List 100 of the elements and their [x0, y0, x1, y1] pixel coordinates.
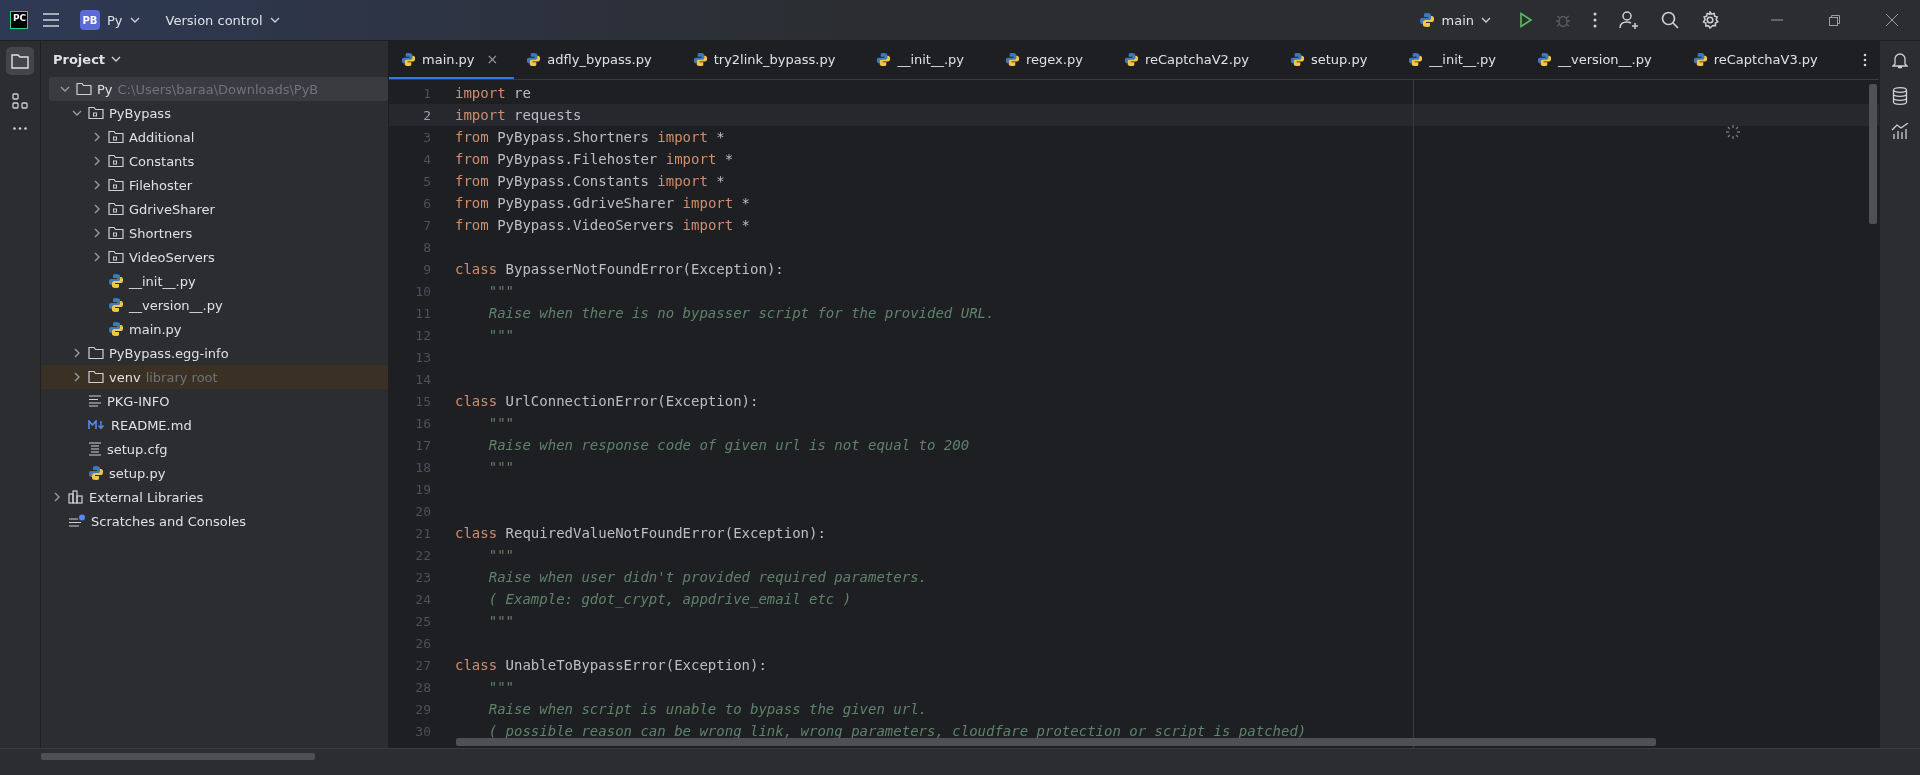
code-line: Raise when response code of given url is not equal to 200 — [487, 437, 970, 453]
tree-item[interactable]: README.md — [41, 413, 388, 437]
tree-item[interactable]: Py C:\Users\baraa\Downloads\PyB — [49, 77, 388, 101]
tree-item[interactable]: Shortners — [41, 221, 388, 245]
chevron-icon[interactable] — [92, 204, 102, 214]
code-line: Raise when script is unable to bypass the given url. — [487, 701, 927, 717]
code-line: from PyBypass.VideoServers import * — [455, 217, 751, 233]
editor-tab[interactable]: regex.py — [993, 41, 1112, 79]
tree-item[interactable]: VideoServers — [41, 245, 388, 269]
chart-icon[interactable] — [1891, 123, 1909, 140]
editor-tab[interactable]: __init__.py — [864, 41, 993, 79]
chevron-icon[interactable] — [72, 108, 82, 118]
project-view-selector[interactable]: Project — [47, 50, 128, 68]
tree-item[interactable]: Filehoster — [41, 173, 388, 197]
code-line: class UnableToBypassError(Exception): — [455, 657, 767, 673]
package-folder-icon — [108, 154, 124, 168]
folder-icon — [88, 370, 104, 384]
tree-item[interactable]: Constants — [41, 149, 388, 173]
tree-item[interactable]: GdriveSharer — [41, 197, 388, 221]
tree-item[interactable]: __init__.py — [41, 269, 388, 293]
chevron-icon[interactable] — [72, 348, 82, 358]
editor-tab[interactable]: __init__.py — [1396, 41, 1525, 79]
tree-item-label: PyBypass.egg-info — [109, 345, 229, 361]
chevron-icon — [269, 17, 280, 23]
config-file-icon — [88, 442, 102, 456]
python-file-icon — [108, 297, 124, 313]
chevron-icon[interactable] — [92, 228, 102, 238]
library-icon — [68, 490, 84, 504]
python-file-icon — [1408, 51, 1424, 67]
line-number: 2 — [422, 107, 431, 123]
chevron-icon — [1481, 17, 1491, 23]
tree-item[interactable]: setup.py — [41, 461, 388, 485]
code-line: Raise when user didn't provided required parameters. — [487, 569, 927, 585]
horizontal-scrollbar[interactable] — [456, 738, 1656, 746]
structure-icon[interactable] — [12, 93, 28, 109]
vertical-scrollbar[interactable] — [1869, 84, 1877, 224]
tree-item[interactable]: venv library root — [41, 365, 388, 389]
text-file-icon — [88, 395, 102, 407]
code-line: class UrlConnectionError(Exception): — [455, 393, 759, 409]
chevron-icon[interactable] — [92, 132, 102, 142]
tree-item-label: GdriveSharer — [129, 201, 215, 217]
tree-item-label: setup.cfg — [107, 441, 168, 457]
editor-tab[interactable]: reCaptchaV2.py — [1111, 41, 1278, 79]
menu-icon[interactable] — [42, 13, 60, 27]
chevron-icon[interactable] — [92, 156, 102, 166]
run-config-selector[interactable]: main — [1412, 8, 1497, 32]
editor-tab[interactable]: reCaptchaV3.py — [1680, 41, 1847, 79]
editor-tab[interactable]: __version__.py — [1525, 41, 1681, 79]
tree-item-label: Scratches and Consoles — [91, 513, 247, 529]
tree-item[interactable]: Additional — [41, 125, 388, 149]
tree-item[interactable]: PKG-INFO — [41, 389, 388, 413]
notifications-icon[interactable] — [1892, 51, 1908, 69]
chevron-icon — [111, 56, 122, 62]
tree-item-label: __version__.py — [129, 297, 223, 313]
code-line: from PyBypass.Shortners import * — [455, 129, 725, 145]
tree-item[interactable]: setup.cfg — [41, 437, 388, 461]
close-icon[interactable] — [1886, 14, 1898, 26]
chevron-icon[interactable] — [92, 252, 102, 262]
tree-item[interactable]: PyBypass — [41, 101, 388, 125]
editor-tab[interactable]: setup.py — [1277, 41, 1397, 79]
package-folder-icon — [108, 130, 124, 144]
editor-tab[interactable]: adfly_bypass.py — [514, 41, 681, 79]
tab-label: try2link_bypass.py — [713, 51, 836, 67]
tree-item[interactable]: Scratches and Consoles — [41, 509, 388, 533]
package-folder-icon — [108, 250, 124, 264]
app-logo[interactable]: PC — [10, 11, 28, 29]
chevron-icon[interactable] — [52, 492, 62, 502]
settings-icon[interactable] — [1701, 11, 1719, 29]
project-tool-button[interactable] — [6, 47, 34, 75]
vcs-menu[interactable]: Version control — [159, 8, 286, 32]
tree-item[interactable]: External Libraries — [41, 485, 388, 509]
chevron-icon[interactable] — [60, 84, 70, 94]
tab-label: reCaptchaV2.py — [1144, 51, 1249, 67]
editor-tab[interactable]: try2link_bypass.py — [680, 41, 865, 79]
tree-item[interactable]: PyBypass.egg-info — [41, 341, 388, 365]
tab-close-button[interactable]: × — [486, 51, 499, 67]
horizontal-scrollbar[interactable] — [41, 753, 315, 760]
code-line: Raise when there is no bypasser script for the provided URL. — [487, 305, 995, 321]
chevron-icon[interactable] — [72, 372, 82, 382]
project-switcher[interactable]: PB Py — [74, 6, 146, 34]
more-icon[interactable] — [1863, 53, 1867, 67]
tree-item[interactable]: main.py — [41, 317, 388, 341]
tree-item[interactable]: __version__.py — [41, 293, 388, 317]
search-icon[interactable] — [1661, 11, 1679, 29]
tree-item-label: __init__.py — [129, 273, 196, 289]
chevron-icon[interactable] — [92, 180, 102, 190]
code-line: from PyBypass.GdriveSharer import * — [455, 195, 751, 211]
editor-tab[interactable]: main.py × — [389, 41, 515, 79]
run-icon[interactable] — [1519, 12, 1533, 28]
tree-item-label: VideoServers — [129, 249, 215, 265]
add-user-icon[interactable] — [1619, 10, 1639, 30]
restore-icon[interactable] — [1829, 14, 1840, 26]
code-line: ( possible reason can be wrong link, wrong parameters, cloudfare protection or script is patched) — [487, 723, 1307, 739]
python-file-icon — [401, 51, 416, 67]
more-icon[interactable] — [1593, 12, 1597, 28]
python-file-icon — [1005, 51, 1020, 67]
tree-item-label: README.md — [111, 417, 192, 433]
more-icon[interactable] — [13, 127, 27, 130]
database-icon[interactable] — [1892, 87, 1908, 105]
tree-item-label: Constants — [129, 153, 195, 169]
